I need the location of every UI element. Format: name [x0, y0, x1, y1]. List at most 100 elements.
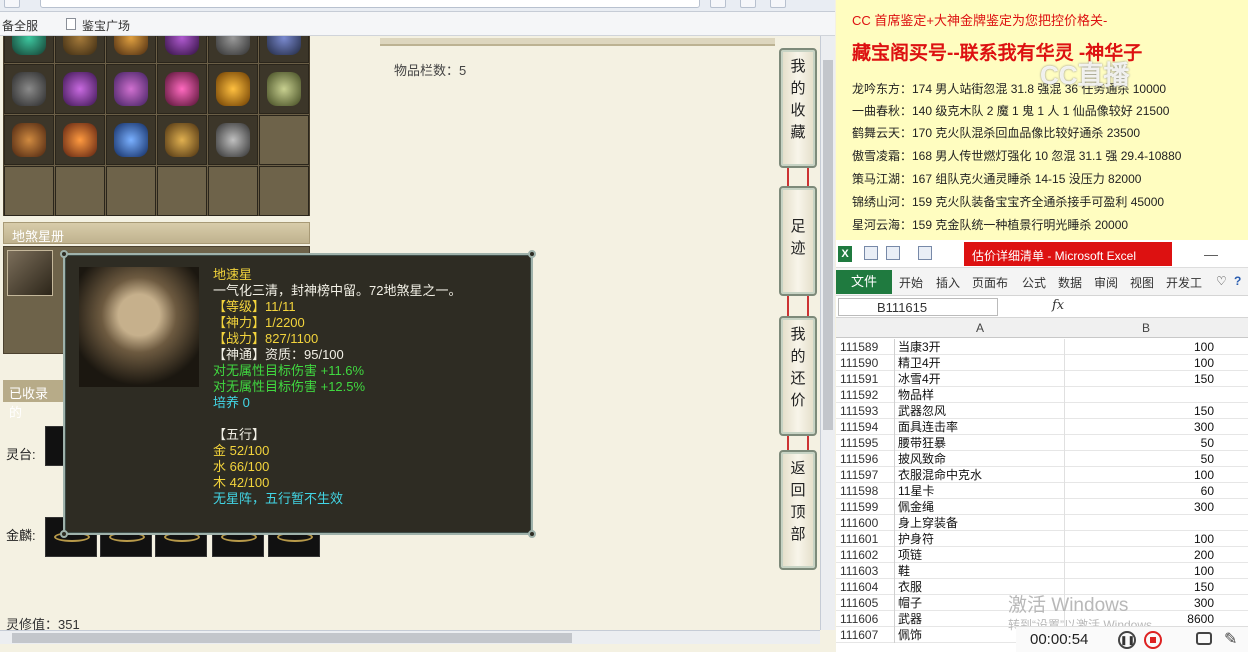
excel-icon: X — [838, 246, 852, 262]
inventory-slot[interactable] — [208, 36, 258, 63]
inventory-slot[interactable] — [4, 166, 54, 216]
star-desc: 一气化三清，封神榜中留。72地煞星之一。 — [213, 283, 462, 298]
address-bar[interactable] — [40, 0, 700, 8]
inventory-slot[interactable] — [157, 115, 207, 165]
table-row[interactable]: 111600 身上穿装备 — [836, 515, 1248, 531]
name-box[interactable]: B111615 — [838, 298, 998, 316]
inventory-slot[interactable] — [157, 166, 207, 216]
btn-char: 的 — [790, 348, 806, 365]
tab-insert[interactable]: 插入 — [936, 274, 960, 291]
doc-line: 一曲春秋：140 级克木队 2 魔 1 鬼 1 人 1 仙品像较好 21500 — [852, 104, 1170, 118]
refresh-button[interactable] — [710, 0, 726, 8]
inventory-slot[interactable] — [259, 166, 309, 216]
back-to-top-button[interactable]: 返 回 顶 部 — [779, 450, 817, 570]
extension-button[interactable] — [770, 0, 786, 8]
collected-header: 已收录的 — [3, 380, 65, 420]
lingtai-label: 灵台: — [6, 447, 36, 462]
table-row[interactable]: 111596 披风致命 50 — [836, 451, 1248, 467]
tab-page-layout[interactable]: 页面布 — [972, 274, 1008, 291]
bookmark-2[interactable]: 鉴宝广场 — [82, 17, 130, 34]
btn-char: 返 — [790, 460, 806, 477]
btn-char: 的 — [790, 80, 806, 97]
table-row[interactable]: 111589 当康3开 100 — [836, 339, 1248, 355]
bookmarks-bar: 备全服 鉴宝广场 — [0, 12, 835, 36]
inventory-slot[interactable] — [4, 115, 54, 165]
btn-char: 我 — [790, 58, 806, 75]
recording-time: 00:00:54 — [1030, 631, 1089, 648]
inventory-slot[interactable] — [157, 36, 207, 63]
activate-windows-title: 激活 Windows — [1008, 595, 1129, 616]
star-bonus-1: 对无属性目标伤害 +11.6% — [213, 363, 365, 378]
inventory-grid — [3, 36, 310, 216]
table-row[interactable]: 111603 鞋 100 — [836, 563, 1248, 579]
table-row[interactable]: 111591 冰雪4开 150 — [836, 371, 1248, 387]
tab-developer[interactable]: 开发工 — [1166, 274, 1202, 291]
table-row[interactable]: 111602 项链 200 — [836, 547, 1248, 563]
btn-char: 回 — [790, 482, 806, 499]
tab-home[interactable]: 开始 — [899, 274, 923, 291]
undo-icon[interactable] — [886, 246, 900, 260]
camera-icon[interactable] — [1196, 632, 1212, 645]
col-b-header[interactable]: B — [1142, 321, 1150, 335]
bookmark-1[interactable]: 备全服 — [2, 17, 38, 34]
table-row[interactable]: 111592 物品样 — [836, 387, 1248, 403]
star-cultivate: 培养 0 — [213, 395, 250, 410]
tab-review[interactable]: 审阅 — [1094, 274, 1118, 291]
doc-line: 策马江湖：167 组队克火通灵睡杀 14-15 没压力 82000 — [852, 172, 1142, 186]
tab-data[interactable]: 数据 — [1058, 274, 1082, 291]
pause-icon[interactable]: ❚❚ — [1118, 631, 1136, 649]
my-collection-button[interactable]: 我 的 收 藏 — [779, 48, 817, 168]
btn-char: 部 — [790, 526, 806, 543]
footprint-button[interactable]: 足 迹 — [779, 186, 817, 296]
wuxing-metal: 金 52/100 — [213, 443, 270, 458]
inventory-slot[interactable] — [208, 64, 258, 114]
inventory-slot[interactable] — [4, 64, 54, 114]
pen-icon[interactable]: ✎ — [1224, 629, 1237, 649]
inventory-slot[interactable] — [55, 64, 105, 114]
word-document: CC 首席鉴定+大神金牌鉴定为您把控价格关- 藏宝阁买号--联系我有华灵 -神华… — [836, 0, 1248, 240]
minimize-button[interactable]: — — [1204, 246, 1218, 262]
table-row[interactable]: 111599 佩金绳 300 — [836, 499, 1248, 515]
tab-view[interactable]: 视图 — [1130, 274, 1154, 291]
vertical-scrollbar[interactable] — [820, 36, 835, 630]
inventory-slot[interactable] — [259, 36, 309, 63]
table-row[interactable]: 111597 衣服混命中克水 100 — [836, 467, 1248, 483]
file-tab[interactable]: 文件 — [836, 270, 892, 294]
save-icon[interactable] — [864, 246, 878, 260]
help-icon[interactable]: ? — [1234, 274, 1241, 288]
tab-formulas[interactable]: 公式 — [1022, 274, 1046, 291]
table-row[interactable]: 111594 面具连击率 300 — [836, 419, 1248, 435]
inventory-slot[interactable] — [55, 115, 105, 165]
horizontal-scrollbar[interactable] — [0, 630, 820, 644]
inventory-slot[interactable] — [55, 166, 105, 216]
table-row[interactable]: 111590 精卫4开 100 — [836, 355, 1248, 371]
redo-icon[interactable] — [918, 246, 932, 260]
inventory-slot[interactable] — [208, 115, 258, 165]
recorder-bar: 00:00:54 ❚❚ ✎ — [1016, 626, 1248, 652]
stop-icon[interactable] — [1144, 631, 1162, 649]
inventory-slot[interactable] — [106, 115, 156, 165]
table-row[interactable]: 111593 武器忽风 150 — [836, 403, 1248, 419]
star-bonus-2: 对无属性目标伤害 +12.5% — [213, 379, 366, 394]
table-row[interactable]: 111601 护身符 100 — [836, 531, 1248, 547]
inventory-slot[interactable] — [4, 36, 54, 63]
inventory-slot[interactable] — [157, 64, 207, 114]
col-a-header[interactable]: A — [976, 321, 984, 335]
table-row[interactable]: 111595 腰带狂暴 50 — [836, 435, 1248, 451]
back-button[interactable] — [4, 0, 20, 8]
my-bargain-button[interactable]: 我 的 还 价 — [779, 316, 817, 436]
menu-button[interactable] — [740, 0, 756, 8]
inventory-slot[interactable] — [259, 115, 309, 165]
fx-icon[interactable]: fx — [1052, 298, 1064, 313]
btn-char: 收 — [790, 102, 806, 119]
doc-line: 星河云海：159 克金队统一种植景行明光睡杀 20000 — [852, 218, 1129, 232]
table-row[interactable]: 111598 11星卡 60 — [836, 483, 1248, 499]
ribbon-collapse-icon[interactable]: ♡ — [1216, 274, 1227, 288]
star-portrait[interactable] — [7, 250, 53, 296]
inventory-slot[interactable] — [106, 166, 156, 216]
inventory-slot[interactable] — [55, 36, 105, 63]
inventory-slot[interactable] — [208, 166, 258, 216]
inventory-slot[interactable] — [259, 64, 309, 114]
inventory-slot[interactable] — [106, 36, 156, 63]
inventory-slot[interactable] — [106, 64, 156, 114]
